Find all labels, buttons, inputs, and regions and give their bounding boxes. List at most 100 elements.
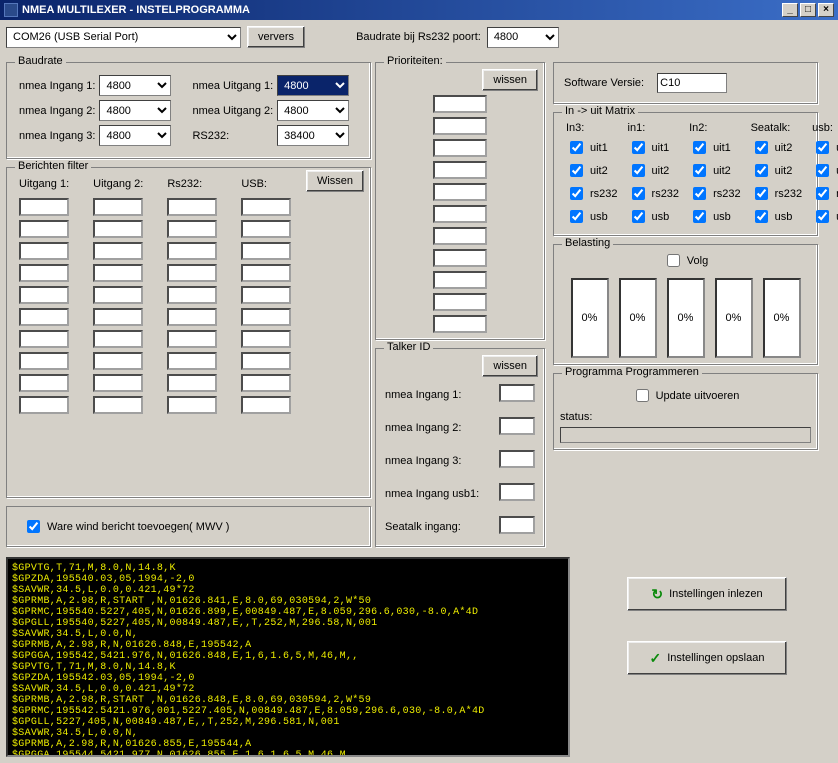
filter-out2-cell[interactable] — [93, 352, 143, 370]
priority-cell[interactable] — [433, 249, 487, 267]
filter-usb-cell[interactable] — [241, 352, 291, 370]
filter-rs232-cell[interactable] — [167, 308, 217, 326]
close-button[interactable]: × — [818, 3, 834, 17]
filter-usb-cell[interactable] — [241, 242, 291, 260]
filter-rs232-cell[interactable] — [167, 330, 217, 348]
filter-rs232-cell[interactable] — [167, 264, 217, 282]
volg-checkbox-label[interactable]: Volg — [663, 251, 708, 270]
filter-out2-cell[interactable] — [93, 198, 143, 216]
nmea-in2-select[interactable]: 4800 — [99, 100, 171, 121]
talker-i4-input[interactable] — [499, 483, 535, 501]
filter-rs232-cell[interactable] — [167, 198, 217, 216]
priority-cell[interactable] — [433, 139, 487, 157]
baudrate-rs232-select[interactable]: 4800 — [487, 27, 559, 48]
com-port-select[interactable]: COM26 (USB Serial Port) — [6, 27, 241, 48]
matrix-cell[interactable]: rs232 — [751, 184, 803, 203]
priority-cell[interactable] — [433, 183, 487, 201]
matrix-cell[interactable]: uit2 — [751, 138, 803, 157]
priority-cell[interactable] — [433, 293, 487, 311]
rs232-select[interactable]: 38400 — [277, 125, 349, 146]
filter-out1-cell[interactable] — [19, 330, 69, 348]
filter-rs232-cell[interactable] — [167, 352, 217, 370]
filter-rs232-cell[interactable] — [167, 286, 217, 304]
priority-cell[interactable] — [433, 315, 487, 333]
priority-cell[interactable] — [433, 227, 487, 245]
filter-out2-cell[interactable] — [93, 264, 143, 282]
talker-i3-input[interactable] — [499, 450, 535, 468]
nmea-out1-select[interactable]: 4800 — [277, 75, 349, 96]
filter-usb-cell[interactable] — [241, 396, 291, 414]
filter-usb-cell[interactable] — [241, 198, 291, 216]
matrix-cell[interactable]: uit2 — [566, 161, 618, 180]
filter-rs232-cell[interactable] — [167, 374, 217, 392]
filter-out1-cell[interactable] — [19, 242, 69, 260]
matrix-cell[interactable]: rs232 — [628, 184, 680, 203]
talker-i2-input[interactable] — [499, 417, 535, 435]
filter-out2-cell[interactable] — [93, 374, 143, 392]
nmea-out2-select[interactable]: 4800 — [277, 100, 349, 121]
matrix-cell[interactable]: rs232 — [566, 184, 618, 203]
filter-usb-cell[interactable] — [241, 220, 291, 238]
priority-cell[interactable] — [433, 117, 487, 135]
talker-i1-input[interactable] — [499, 384, 535, 402]
filter-out2-cell[interactable] — [93, 308, 143, 326]
matrix-cell[interactable]: uit2 — [628, 161, 680, 180]
filter-out2-cell[interactable] — [93, 396, 143, 414]
filter-rs232-cell[interactable] — [167, 242, 217, 260]
priority-cell[interactable] — [433, 95, 487, 113]
mwv-checkbox[interactable] — [27, 520, 40, 533]
matrix-cell[interactable]: usb — [628, 207, 680, 226]
filter-out1-cell[interactable] — [19, 352, 69, 370]
priority-cell[interactable] — [433, 271, 487, 289]
filter-out1-cell[interactable] — [19, 286, 69, 304]
filter-out1-cell[interactable] — [19, 374, 69, 392]
nmea-in3-select[interactable]: 4800 — [99, 125, 171, 146]
filter-usb-cell[interactable] — [241, 330, 291, 348]
matrix-cell[interactable]: uit2 — [812, 138, 838, 157]
filter-out2-cell[interactable] — [93, 330, 143, 348]
matrix-cell[interactable]: rs232 — [689, 184, 741, 203]
mwv-checkbox-label[interactable]: Ware wind bericht toevoegen( MWV ) — [23, 517, 354, 536]
filter-usb-cell[interactable] — [241, 374, 291, 392]
version-value[interactable] — [657, 73, 727, 93]
nmea-in1-select[interactable]: 4800 — [99, 75, 171, 96]
maximize-button[interactable]: □ — [800, 3, 816, 17]
filter-usb-cell[interactable] — [241, 286, 291, 304]
filter-out1-cell[interactable] — [19, 198, 69, 216]
priority-cell[interactable] — [433, 205, 487, 223]
filter-out1-cell[interactable] — [19, 396, 69, 414]
minimize-button[interactable]: _ — [782, 3, 798, 17]
filter-out2-cell[interactable] — [93, 286, 143, 304]
matrix-cell[interactable]: uit1 — [566, 138, 618, 157]
filter-usb-cell[interactable] — [241, 308, 291, 326]
matrix-cell[interactable]: rs232 — [812, 184, 838, 203]
filter-out1-cell[interactable] — [19, 308, 69, 326]
filter-usb-cell[interactable] — [241, 264, 291, 282]
matrix-cell[interactable]: usb — [566, 207, 618, 226]
filter-out2-cell[interactable] — [93, 242, 143, 260]
matrix-cell[interactable]: uit1 — [628, 138, 680, 157]
matrix-cell[interactable]: usb — [751, 207, 803, 226]
update-checkbox-label[interactable]: Update uitvoeren — [632, 386, 740, 405]
matrix-cell[interactable]: uit2 — [689, 161, 741, 180]
update-checkbox[interactable] — [636, 389, 649, 402]
volg-checkbox[interactable] — [667, 254, 680, 267]
priorities-clear-button[interactable]: wissen — [482, 69, 538, 91]
talker-i5-input[interactable] — [499, 516, 535, 534]
filter-rs232-cell[interactable] — [167, 220, 217, 238]
priority-cell[interactable] — [433, 161, 487, 179]
refresh-button[interactable]: ververs — [247, 26, 305, 48]
filter-out1-cell[interactable] — [19, 220, 69, 238]
read-settings-button[interactable]: Instellingen inlezen — [627, 577, 787, 611]
matrix-cell[interactable]: uit1 — [812, 161, 838, 180]
filter-out2-cell[interactable] — [93, 220, 143, 238]
talker-clear-button[interactable]: wissen — [482, 355, 538, 377]
filter-out1-cell[interactable] — [19, 264, 69, 282]
save-settings-button[interactable]: Instellingen opslaan — [627, 641, 787, 675]
matrix-cell[interactable]: uit2 — [751, 161, 803, 180]
matrix-cell[interactable]: usb — [689, 207, 741, 226]
matrix-cell[interactable]: usb — [812, 207, 838, 226]
matrix-cell[interactable]: uit1 — [689, 138, 741, 157]
filter-clear-button[interactable]: Wissen — [306, 170, 364, 192]
filter-rs232-cell[interactable] — [167, 396, 217, 414]
